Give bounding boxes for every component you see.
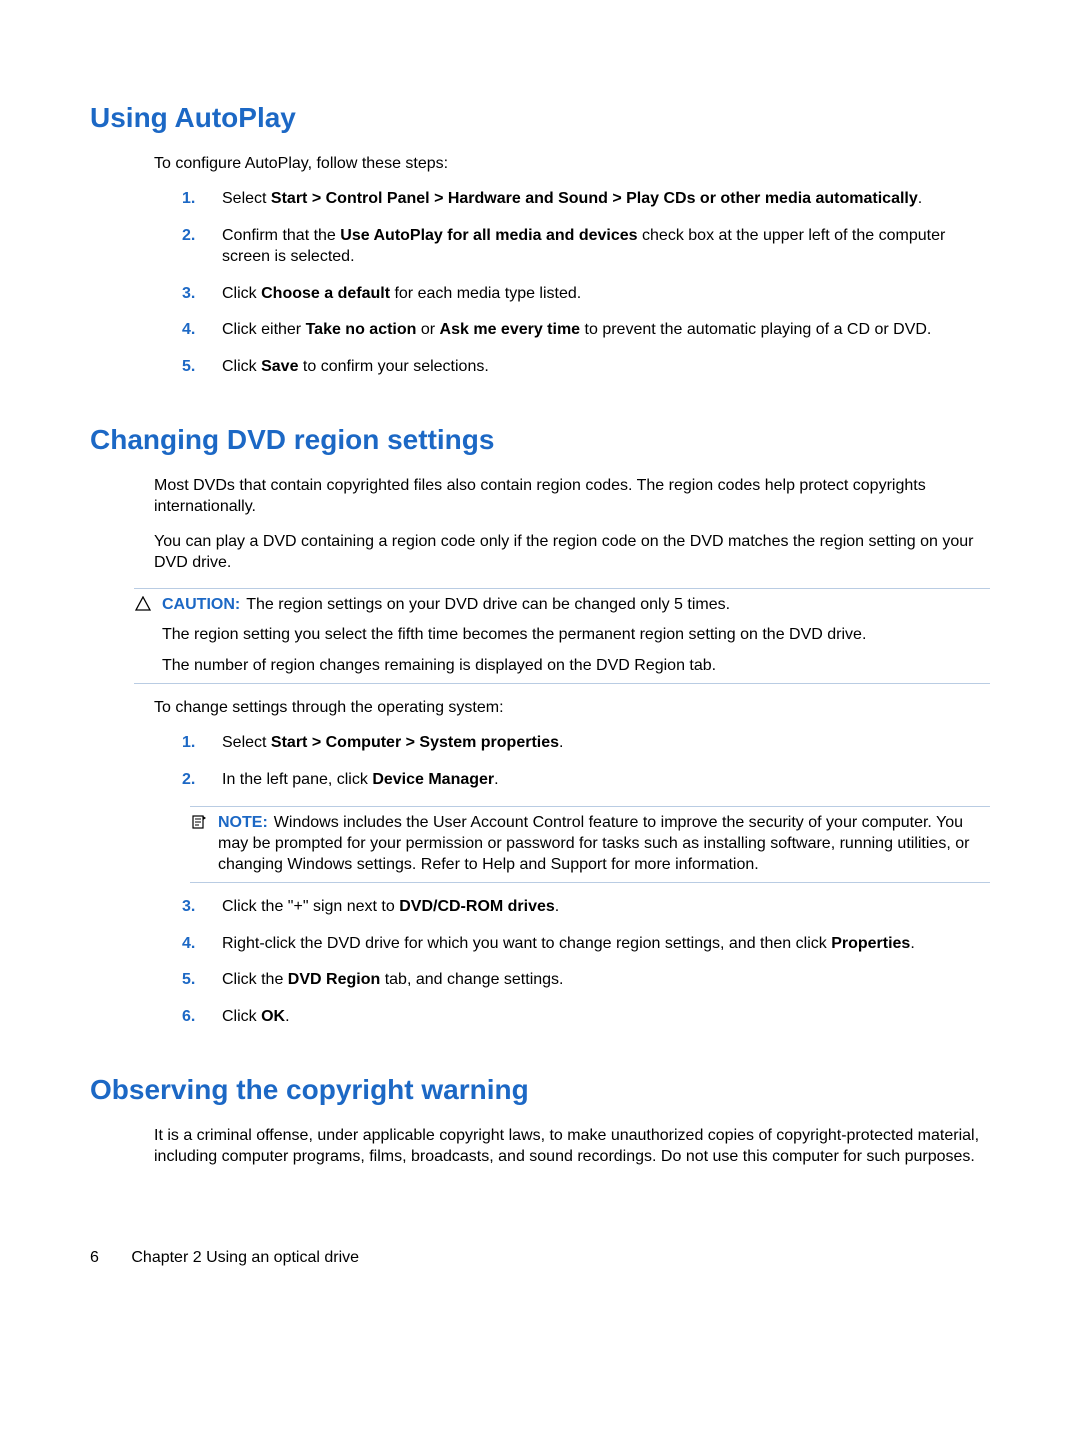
- step-number: 1.: [182, 733, 195, 754]
- step-number: 4.: [182, 320, 195, 341]
- autoplay-steps: 1. Select Start > Control Panel > Hardwa…: [182, 189, 990, 378]
- step-number: 3.: [182, 284, 195, 305]
- heading-dvd-region: Changing DVD region settings: [90, 422, 990, 458]
- dvdregion-steps: 1. Select Start > Computer > System prop…: [182, 733, 990, 791]
- list-item: 5. Click Save to confirm your selections…: [182, 357, 990, 378]
- step-text: Click Save to confirm your selections.: [222, 358, 489, 375]
- step-text: Click the DVD Region tab, and change set…: [222, 971, 564, 988]
- copyright-p1: It is a criminal offense, under applicab…: [154, 1126, 990, 1168]
- caution-line: The region setting you select the fifth …: [162, 625, 990, 646]
- step-text: Confirm that the Use AutoPlay for all me…: [222, 227, 945, 265]
- dvdregion-p3: To change settings through the operating…: [154, 698, 990, 719]
- list-item: 3. Click Choose a default for each media…: [182, 284, 990, 305]
- list-item: 3. Click the "+" sign next to DVD/CD-ROM…: [182, 897, 990, 918]
- step-number: 6.: [182, 1007, 195, 1028]
- step-text: Click either Take no action or Ask me ev…: [222, 321, 931, 338]
- note-line: NOTE:Windows includes the User Account C…: [218, 813, 990, 875]
- list-item: 1. Select Start > Computer > System prop…: [182, 733, 990, 754]
- list-item: 2. In the left pane, click Device Manage…: [182, 770, 990, 791]
- list-item: 4. Click either Take no action or Ask me…: [182, 320, 990, 341]
- caution-callout: CAUTION:The region settings on your DVD …: [134, 588, 990, 684]
- step-number: 4.: [182, 934, 195, 955]
- step-text: In the left pane, click Device Manager.: [222, 771, 499, 788]
- step-number: 1.: [182, 189, 195, 210]
- caution-label: CAUTION:: [162, 596, 240, 613]
- document-page: Using AutoPlay To configure AutoPlay, fo…: [0, 0, 1080, 1329]
- chapter-title: Chapter 2 Using an optical drive: [131, 1249, 359, 1266]
- note-icon: [190, 813, 208, 830]
- caution-icon: [134, 595, 152, 612]
- heading-autoplay: Using AutoPlay: [90, 100, 990, 136]
- section-dvdregion-body2: To change settings through the operating…: [154, 698, 990, 1028]
- step-text: Click the "+" sign next to DVD/CD-ROM dr…: [222, 898, 559, 915]
- list-item: 6. Click OK.: [182, 1007, 990, 1028]
- note-callout: NOTE:Windows includes the User Account C…: [190, 806, 990, 882]
- step-number: 3.: [182, 897, 195, 918]
- dvdregion-p2: You can play a DVD containing a region c…: [154, 532, 990, 574]
- dvdregion-p1: Most DVDs that contain copyrighted files…: [154, 476, 990, 518]
- step-text: Select Start > Computer > System propert…: [222, 734, 563, 751]
- dvdregion-steps-cont: 3. Click the "+" sign next to DVD/CD-ROM…: [182, 897, 990, 1028]
- step-text: Select Start > Control Panel > Hardware …: [222, 190, 922, 207]
- step-text: Click Choose a default for each media ty…: [222, 285, 581, 302]
- list-item: 5. Click the DVD Region tab, and change …: [182, 970, 990, 991]
- step-text: Click OK.: [222, 1008, 290, 1025]
- caution-line: The number of region changes remaining i…: [162, 656, 990, 677]
- autoplay-intro: To configure AutoPlay, follow these step…: [154, 154, 990, 175]
- step-number: 2.: [182, 770, 195, 791]
- page-number: 6: [90, 1248, 99, 1269]
- step-text: Right-click the DVD drive for which you …: [222, 935, 915, 952]
- step-number: 5.: [182, 970, 195, 991]
- step-number: 5.: [182, 357, 195, 378]
- list-item: 4. Right-click the DVD drive for which y…: [182, 934, 990, 955]
- section-dvdregion-body: Most DVDs that contain copyrighted files…: [154, 476, 990, 573]
- page-footer: 6 Chapter 2 Using an optical drive: [90, 1208, 990, 1269]
- heading-copyright: Observing the copyright warning: [90, 1072, 990, 1108]
- list-item: 1. Select Start > Control Panel > Hardwa…: [182, 189, 990, 210]
- section-copyright-body: It is a criminal offense, under applicab…: [154, 1126, 990, 1168]
- note-label: NOTE:: [218, 814, 268, 831]
- caution-line: CAUTION:The region settings on your DVD …: [162, 595, 990, 616]
- list-item: 2. Confirm that the Use AutoPlay for all…: [182, 226, 990, 268]
- section-autoplay-body: To configure AutoPlay, follow these step…: [154, 154, 990, 378]
- step-number: 2.: [182, 226, 195, 247]
